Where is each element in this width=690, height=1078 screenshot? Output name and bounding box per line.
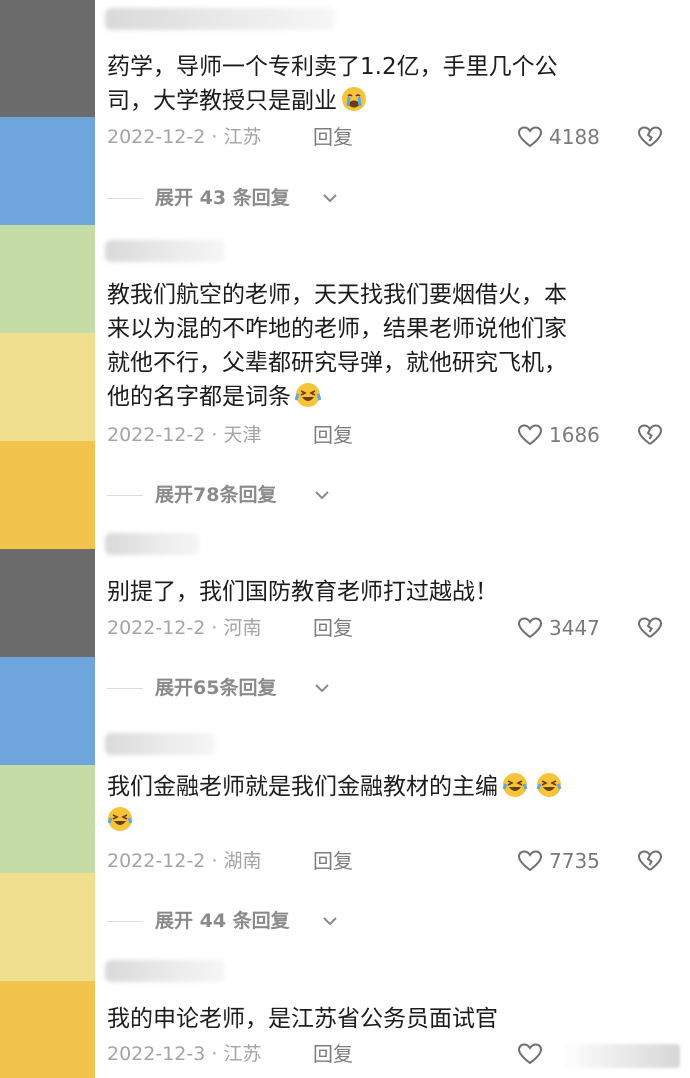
laughing-tears-face-icon bbox=[502, 772, 528, 798]
reply-button[interactable]: 回复 bbox=[313, 613, 353, 643]
color-stripe bbox=[0, 117, 95, 225]
comment-meta: 2022-12-2 · 湖南 回复 7735 bbox=[107, 846, 667, 876]
color-stripe bbox=[0, 441, 95, 549]
date-location: 2022-12-2 · 湖南 bbox=[107, 850, 262, 872]
reply-button[interactable]: 回复 bbox=[313, 420, 353, 450]
chevron-down-icon bbox=[323, 917, 337, 926]
comment-text: 我们金融老师就是我们金融教材的主编 bbox=[107, 770, 647, 838]
comment-meta: 2022-12-2 · 江苏 回复 4188 bbox=[107, 122, 667, 152]
comment-text-line: 别提了，我们国防教育老师打过越战！ bbox=[107, 579, 498, 605]
divider-line bbox=[107, 688, 143, 689]
comment-text-line: 药学，导师一个专利卖了1.2亿，手里几个公 bbox=[107, 54, 558, 80]
comment-text-segment: 我们金融老师就是我们金融教材的主编 bbox=[107, 774, 498, 800]
heart-icon bbox=[517, 126, 543, 148]
comment-text: 我的申论老师，是江苏省公务员面试官 bbox=[107, 1002, 647, 1036]
color-stripe-column bbox=[0, 0, 95, 1078]
chevron-down-icon bbox=[315, 491, 329, 500]
broken-heart-icon bbox=[637, 126, 663, 147]
comment-text: 教我们航空的老师，天天找我们要烟借火，本 来以为混的不咋地的老师，结果老师说他们… bbox=[107, 278, 647, 414]
divider-line bbox=[107, 495, 143, 496]
color-stripe bbox=[0, 225, 95, 333]
comment-text-line: 他的名字都是词条 bbox=[107, 380, 647, 414]
heart-icon bbox=[517, 850, 543, 872]
heart-icon bbox=[517, 1043, 543, 1065]
comment-text-line: 就他不行，父辈都研究导弹，就他研究飞机， bbox=[107, 350, 567, 376]
reply-button[interactable]: 回复 bbox=[313, 122, 353, 152]
reply-button[interactable]: 回复 bbox=[313, 1039, 353, 1069]
like-count: 4188 bbox=[549, 125, 600, 149]
date-location: 2022-12-2 · 天津 bbox=[107, 424, 262, 446]
divider-line bbox=[107, 198, 143, 199]
date-location: 2022-12-2 · 河南 bbox=[107, 617, 262, 639]
color-stripe bbox=[0, 873, 95, 981]
dislike-button[interactable] bbox=[636, 848, 664, 883]
like-count: 7735 bbox=[549, 849, 600, 873]
username-blurred bbox=[105, 733, 215, 755]
color-stripe bbox=[0, 0, 95, 117]
like-count: 3447 bbox=[549, 616, 600, 640]
comment-text-line bbox=[107, 804, 647, 838]
expand-replies-label: 展开65条回复 bbox=[155, 677, 277, 699]
comment-text-segment: 他的名字都是词条 bbox=[107, 384, 291, 410]
comment-text-line: 我的申论老师，是江苏省公务员面试官 bbox=[107, 1006, 498, 1032]
divider-line bbox=[107, 921, 143, 922]
comment-text-line: 教我们航空的老师，天天找我们要烟借火，本 bbox=[107, 282, 567, 308]
color-stripe bbox=[0, 981, 95, 1078]
comment-text: 药学，导师一个专利卖了1.2亿，手里几个公 司，大学教授只是副业 bbox=[107, 50, 647, 118]
heart-icon bbox=[517, 424, 543, 446]
dislike-button[interactable] bbox=[636, 615, 664, 650]
chevron-down-icon bbox=[323, 194, 337, 203]
comment-text-line: 我们金融老师就是我们金融教材的主编 bbox=[107, 770, 647, 804]
rolling-laughing-face-icon bbox=[294, 382, 322, 408]
comment-text-line: 来以为混的不咋地的老师，结果老师说他们家 bbox=[107, 316, 567, 342]
crying-face-icon bbox=[341, 86, 367, 112]
dislike-button[interactable] bbox=[636, 422, 664, 457]
laughing-tears-face-icon bbox=[107, 806, 133, 832]
date-location: 2022-12-2 · 江苏 bbox=[107, 126, 262, 148]
username-blurred bbox=[105, 240, 225, 262]
color-stripe bbox=[0, 765, 95, 873]
username-blurred bbox=[105, 533, 200, 555]
reply-button[interactable]: 回复 bbox=[313, 846, 353, 876]
comment-list: 药学，导师一个专利卖了1.2亿，手里几个公 司，大学教授只是副业 2022-12… bbox=[95, 0, 690, 1078]
watermark bbox=[560, 1044, 680, 1068]
like-count: 1686 bbox=[549, 423, 600, 447]
expand-replies-label: 展开78条回复 bbox=[155, 484, 277, 506]
chevron-down-icon bbox=[315, 684, 329, 693]
date-location: 2022-12-3 · 江苏 bbox=[107, 1043, 262, 1065]
expand-replies-label: 展开 43 条回复 bbox=[155, 187, 290, 209]
broken-heart-icon bbox=[637, 424, 663, 445]
comment-text-line: 司，大学教授只是副业 bbox=[107, 84, 647, 118]
username-blurred bbox=[105, 960, 225, 982]
expand-replies-label: 展开 44 条回复 bbox=[155, 910, 290, 932]
color-stripe bbox=[0, 657, 95, 765]
username-blurred bbox=[105, 8, 335, 30]
comment-meta: 2022-12-2 · 河南 回复 3447 bbox=[107, 613, 667, 643]
heart-icon bbox=[517, 617, 543, 639]
color-stripe bbox=[0, 333, 95, 441]
color-stripe bbox=[0, 549, 95, 657]
broken-heart-icon bbox=[637, 850, 663, 871]
laughing-tears-face-icon bbox=[536, 772, 562, 798]
comment-text-segment: 司，大学教授只是副业 bbox=[107, 88, 337, 114]
broken-heart-icon bbox=[637, 617, 663, 638]
comment-text: 别提了，我们国防教育老师打过越战！ bbox=[107, 575, 647, 609]
comment-meta: 2022-12-2 · 天津 回复 1686 bbox=[107, 420, 667, 450]
dislike-button[interactable] bbox=[636, 124, 664, 159]
